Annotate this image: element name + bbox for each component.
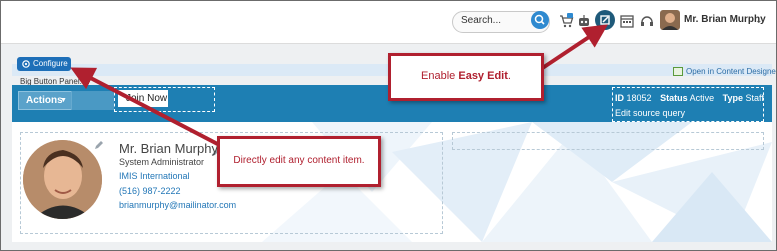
direct-edit-callout: Directly edit any content item. — [217, 136, 381, 187]
cart-icon[interactable] — [558, 13, 574, 29]
type-value: Staff — [745, 93, 764, 103]
id-label: ID — [615, 93, 624, 103]
direct-edit-text: Directly edit any content item. — [233, 155, 365, 166]
caret-down-icon: ▼ — [60, 97, 67, 104]
type-label: Type — [722, 93, 743, 103]
open-in-designer-label: Open in Content Designer — [686, 67, 777, 76]
secondary-content-zone[interactable] — [452, 132, 764, 150]
easy-edit-icon — [600, 15, 610, 25]
headset-icon[interactable] — [639, 13, 655, 29]
profile-name: Mr. Brian Murphy — [119, 141, 218, 156]
chevron-down-icon[interactable]: ⌄ — [755, 15, 763, 26]
profile-role: System Administrator — [119, 157, 205, 167]
status-value: Active — [689, 93, 715, 103]
profile-phone-link[interactable]: (516) 987-2222 — [119, 186, 181, 196]
robot-icon[interactable] — [576, 13, 592, 29]
search-icon — [534, 14, 545, 25]
status-label: Status — [660, 93, 688, 103]
gear-icon — [22, 60, 30, 68]
profile-organization-link[interactable]: IMIS International — [119, 171, 190, 181]
callout-bold: Easy Edit — [458, 70, 508, 82]
search-button[interactable] — [531, 11, 549, 29]
record-meta: ID 18052 Status Active Type Staff — [615, 93, 764, 103]
callout-suffix: . — [507, 70, 511, 82]
app-frame: Search... Mr. Brian Murphy ⌄ Configure O… — [0, 0, 777, 251]
callout-prefix: Enable — [421, 70, 459, 82]
edit-source-query-link[interactable]: Edit source query — [615, 108, 685, 118]
profile-photo — [23, 140, 102, 219]
avatar[interactable] — [660, 10, 680, 30]
configure-button[interactable]: Configure — [17, 57, 71, 71]
search-placeholder: Search... — [461, 15, 502, 26]
profile-email-link[interactable]: brianmurphy@mailinator.com — [119, 200, 236, 210]
easy-edit-callout: Enable Easy Edit. — [388, 53, 544, 101]
user-name[interactable]: Mr. Brian Murphy — [684, 14, 766, 25]
actions-bar — [71, 91, 114, 110]
id-value: 18052 — [626, 93, 652, 103]
top-bar: Search... Mr. Brian Murphy ⌄ — [1, 1, 776, 44]
pencil-icon[interactable] — [93, 139, 105, 151]
actions-button[interactable]: Actions ▼ — [18, 91, 72, 110]
configure-label: Configure — [33, 59, 68, 68]
actions-label: Actions — [26, 95, 63, 106]
calendar-icon[interactable] — [619, 13, 635, 29]
join-now-label: Join Now — [126, 93, 168, 104]
designer-icon — [673, 67, 683, 77]
easy-edit-button[interactable] — [595, 10, 615, 30]
open-in-content-designer-link[interactable]: Open in Content Designer — [673, 67, 777, 77]
join-now-button[interactable]: Join Now — [118, 90, 168, 107]
